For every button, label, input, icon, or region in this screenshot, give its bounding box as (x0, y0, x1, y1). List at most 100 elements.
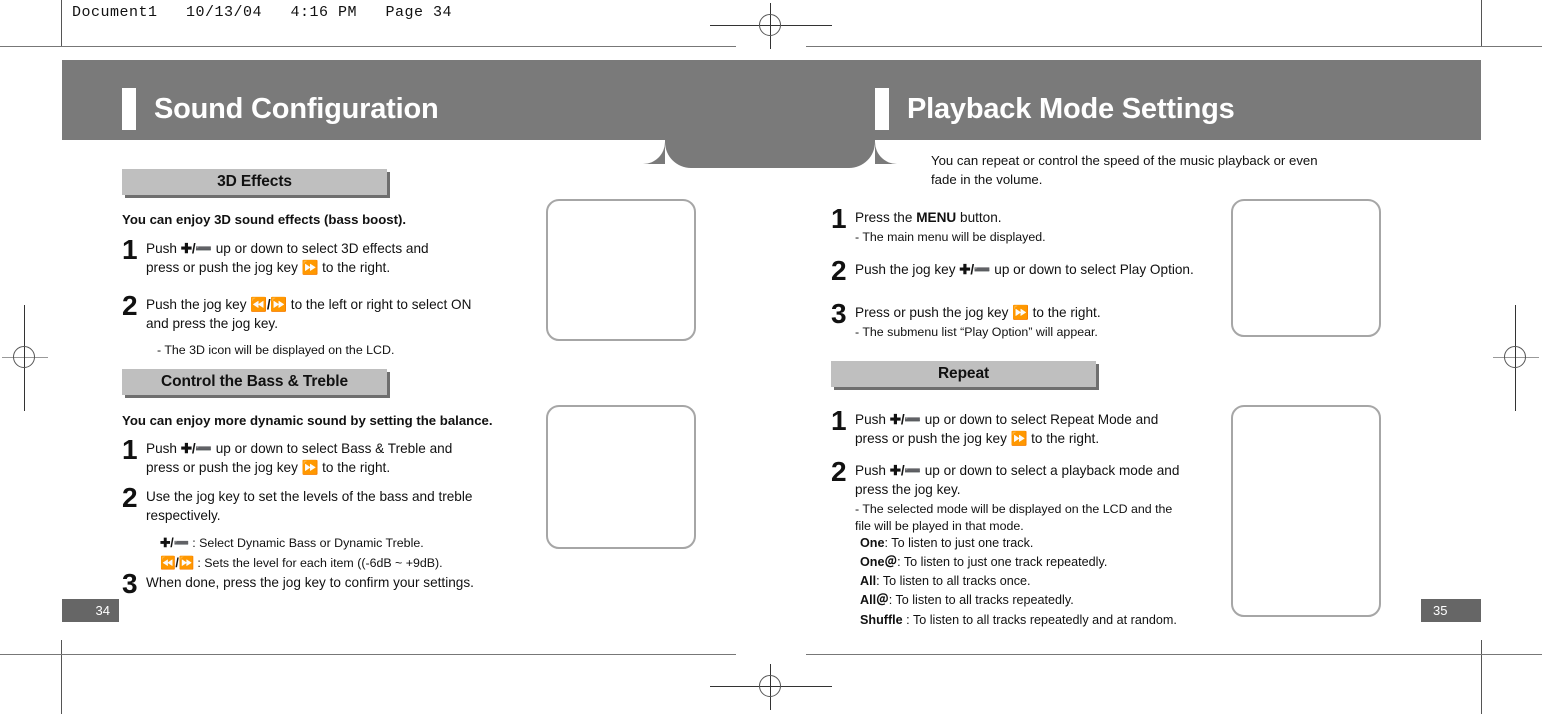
step-number: 2 (831, 456, 847, 487)
step-text: Push the jog key ⏪/⏩ to the left or righ… (146, 294, 471, 359)
step-number: 3 (122, 568, 138, 599)
section-chip-3d-effects: 3D Effects (122, 169, 387, 195)
fast-forward-icon: ⏩ (301, 260, 319, 276)
chapter-header-notch-left (643, 140, 665, 164)
section-chip-repeat: Repeat (831, 361, 1096, 387)
step-text: When done, press the jog key to confirm … (146, 575, 474, 590)
step-l2-2: 2 Use the jog key to set the levels of t… (122, 483, 552, 573)
plus-minus-icon: ✚/➖ (889, 463, 922, 478)
heading-accent-bar (875, 88, 889, 130)
step-number: 1 (122, 234, 138, 265)
section-chip-label: 3D Effects (217, 173, 292, 190)
step-l2-1: 1 Push ✚/➖ up or down to select Bass & T… (122, 434, 542, 478)
step-line-post: up or down to select Play Option. (990, 262, 1194, 277)
mode-item: One＠: To listen to just one track repeat… (860, 553, 1220, 572)
section-chip-bass-treble: Control the Bass & Treble (122, 369, 387, 395)
step-r-1: 1 Press the MENU button. - The main menu… (831, 203, 1231, 247)
rewind-fastforward-icon: ⏪/⏩ (250, 297, 288, 312)
mode-name: Shuffle (860, 612, 903, 627)
plus-minus-icon: ✚/➖ (959, 262, 991, 277)
bullet-text: : Select Dynamic Bass or Dynamic Treble. (188, 535, 424, 550)
illustration-placeholder-right-top (1231, 199, 1381, 337)
mode-name: All＠ (860, 593, 889, 608)
folio-left: 34 (62, 599, 119, 622)
step-note: - The main menu will be displayed. (855, 230, 1046, 245)
step-line2: and press the jog key. (146, 316, 278, 332)
step-line1-pre: Push the jog key (146, 297, 251, 312)
menu-button-label: MENU (916, 210, 957, 225)
step-line1-post: up or down to select a playback mode and (920, 463, 1180, 478)
step-line-pre: Push the jog key (855, 262, 960, 277)
step-number: 1 (122, 434, 138, 465)
step-line1-post: to the left or right to select ON (287, 297, 472, 312)
mode-item: All＠: To listen to all tracks repeatedly… (860, 591, 1220, 610)
step-line1: Use the jog key to set the levels of the… (146, 489, 473, 504)
step-r-3: 3 Press or push the jog key ⏩ to the rig… (831, 298, 1231, 342)
step-line2-pre: press or push the jog key (146, 460, 302, 476)
step-line2-post: to the right. (318, 460, 391, 476)
step-text: Push ✚/➖ up or down to select a playback… (855, 460, 1179, 536)
step-rep-2: 2 Push ✚/➖ up or down to select a playba… (831, 456, 1231, 536)
intro-line-1: You can repeat or control the speed of t… (931, 153, 1318, 168)
step-text: Use the jog key to set the levels of the… (146, 486, 472, 573)
step-line2-post: to the right. (318, 260, 391, 276)
step-text: Push the jog key ✚/➖ up or down to selec… (855, 259, 1194, 279)
step-note: - The submenu list “Play Option” will ap… (855, 325, 1098, 340)
mode-desc: : To listen to just one track repeatedly… (897, 555, 1108, 570)
fast-forward-icon: ⏩ (1012, 305, 1029, 320)
mode-item: One: To listen to just one track. (860, 534, 1220, 553)
step-text: Press the MENU button. - The main menu w… (855, 207, 1046, 247)
rewind-fastforward-icon: ⏪/⏩ (160, 556, 194, 571)
manual-spread: Sound Configuration Playback Mode Settin… (0, 0, 1542, 714)
step-text: Push ✚/➖ up or down to select Repeat Mod… (855, 409, 1158, 449)
bullet-text: : Sets the level for each item ((-6dB ~ … (193, 556, 443, 571)
step-line1-pre: Push (146, 241, 181, 256)
step-line2: press the jog key. (855, 482, 961, 498)
section-chip-label: Repeat (937, 365, 990, 382)
step-bullet-0: ✚/➖ : Select Dynamic Bass or Dynamic Tre… (146, 535, 472, 553)
mode-desc: : To listen to just one track. (884, 536, 1034, 550)
illustration-placeholder-right-bottom (1231, 405, 1381, 617)
step-line1-pre: Push (855, 412, 890, 427)
step-line1-post: up or down to select Repeat Mode and (920, 412, 1159, 427)
section-chip-label: Control the Bass & Treble (161, 373, 348, 390)
step-line2-post: to the right. (1027, 431, 1100, 447)
step-line1-pre: Push (855, 463, 890, 478)
plus-minus-icon: ✚/➖ (180, 241, 213, 256)
step-line-pre: Press the (855, 210, 917, 225)
step-line-post: to the right. (1028, 305, 1101, 320)
intro-bass-treble: You can enjoy more dynamic sound by sett… (122, 413, 493, 428)
right-chapter-title: Playback Mode Settings (907, 92, 1235, 125)
mode-desc: : To listen to all tracks once. (876, 574, 1031, 589)
step-text: Press or push the jog key ⏩ to the right… (855, 302, 1101, 342)
mode-desc: : To listen to all tracks repeatedly. (888, 593, 1074, 608)
plus-minus-icon: ✚/➖ (889, 412, 922, 427)
left-chapter-heading: Sound Configuration (122, 88, 439, 130)
step-line2: respectively. (146, 508, 221, 524)
step-r-2: 2 Push the jog key ✚/➖ up or down to sel… (831, 255, 1231, 286)
step-text: Push ✚/➖ up or down to select 3D effects… (146, 238, 429, 278)
step-number: 1 (831, 203, 847, 234)
step-note: - The 3D icon will be displayed on the L… (157, 342, 395, 357)
step-line-post: button. (956, 210, 1002, 225)
illustration-placeholder-left-bottom (546, 405, 696, 549)
step-l1-1: 1 Push ✚/➖ up or down to select 3D effec… (122, 234, 542, 278)
step-number: 3 (831, 298, 847, 329)
illustration-placeholder-left-top (546, 199, 696, 341)
step-l2-3: 3 When done, press the jog key to confir… (122, 568, 552, 599)
step-bullet-1: ⏪/⏩ : Sets the level for each item ((-6d… (146, 555, 472, 573)
step-line1-pre: Push (146, 441, 181, 456)
step-number: 1 (831, 405, 847, 436)
mode-name: One (860, 536, 885, 550)
left-chapter-title: Sound Configuration (154, 92, 439, 125)
step-number: 2 (831, 255, 847, 286)
fast-forward-icon: ⏩ (1010, 431, 1028, 447)
step-text: Push ✚/➖ up or down to select Bass & Tre… (146, 438, 452, 478)
fast-forward-icon: ⏩ (301, 460, 319, 476)
step-note-1: - The selected mode will be displayed on… (855, 501, 1173, 516)
step-line2-pre: press or push the jog key (146, 260, 302, 276)
right-page-intro: You can repeat or control the speed of t… (931, 151, 1351, 189)
step-rep-1: 1 Push ✚/➖ up or down to select Repeat M… (831, 405, 1231, 449)
chapter-header-notch-right (875, 140, 897, 164)
plus-minus-icon: ✚/➖ (160, 535, 189, 550)
